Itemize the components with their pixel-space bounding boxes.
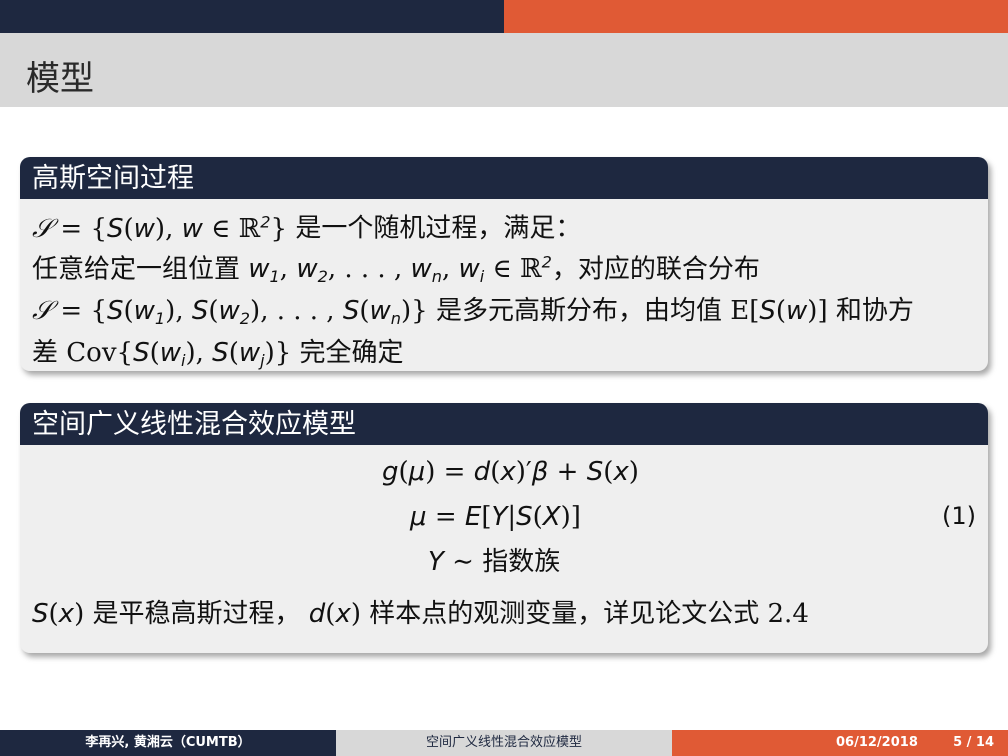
definition-line-1: 𝒮 = {S(w), w ∈ ℝ2} 是一个随机过程，满足： — [32, 212, 582, 244]
model-note: S(x) 是平稳高斯过程， d(x) 样本点的观测变量，详见论文公式 2.4 — [32, 599, 809, 629]
math-formula: Cov{S(wi), S(wj)} — [66, 338, 292, 370]
block-title: 高斯空间过程 — [20, 157, 988, 199]
block-title: 空间广义线性混合效应模型 — [20, 403, 988, 445]
equation-line-3: Y ∼ 指数族 — [428, 547, 561, 577]
block-body: 𝒮 = {S(w), w ∈ ℝ2} 是一个随机过程，满足： 任意给定一组位置 … — [20, 199, 988, 371]
math-formula: w1, w2, . . . , wn, wi ∈ ℝ2 — [248, 252, 552, 287]
equation-number: (1) — [942, 502, 976, 530]
equation-line-1: g(μ) = d(x)′β + S(x) — [382, 457, 639, 487]
top-decoration-bar — [0, 0, 1008, 33]
footer-date: 06/12/2018 — [836, 735, 918, 750]
block-body: g(μ) = d(x)′β + S(x) μ = E[Y|S(X)] Y ∼ 指… — [20, 445, 988, 639]
top-bar-orange — [504, 0, 1008, 33]
frame-title: 模型 — [26, 59, 94, 99]
footer-authors: 李再兴, 黄湘云（CUMTB） — [0, 730, 336, 756]
math-formula: S(x) — [32, 599, 85, 629]
equation-line-2: μ = E[Y|S(X)] — [410, 502, 581, 532]
footer-short-title: 空间广义线性混合效应模型 — [336, 730, 672, 756]
frame-title-bar: 模型 — [0, 33, 1008, 107]
top-bar-navy — [0, 0, 504, 33]
definition-line-2: 任意给定一组位置 w1, w2, . . . , wn, wi ∈ ℝ2，对应的… — [32, 252, 760, 287]
footer-page-number: 5 / 14 — [953, 735, 994, 750]
math-formula: 𝒮 = {S(w1), S(w2), . . . , S(wn)} — [32, 296, 428, 328]
math-formula: 𝒮 = {S(w), w ∈ ℝ2} — [32, 212, 288, 244]
math-formula: E[S(w)] — [730, 296, 828, 327]
math-formula: d(x) — [308, 599, 361, 629]
footer-bar: 李再兴, 黄湘云（CUMTB） 空间广义线性混合效应模型 06/12/2018 … — [0, 730, 1008, 756]
block-sglmm: 空间广义线性混合效应模型 g(μ) = d(x)′β + S(x) μ = E[… — [20, 403, 988, 653]
equation-array: g(μ) = d(x)′β + S(x) μ = E[Y|S(X)] Y ∼ 指… — [32, 451, 976, 589]
block-gaussian-process: 高斯空间过程 𝒮 = {S(w), w ∈ ℝ2} 是一个随机过程，满足： 任意… — [20, 157, 988, 371]
definition-line-4: 差 Cov{S(wi), S(wj)} 完全确定 — [32, 338, 404, 370]
footer-date-page: 06/12/2018 5 / 14 — [672, 730, 1008, 756]
definition-line-3: 𝒮 = {S(w1), S(w2), . . . , S(wn)} 是多元高斯分… — [32, 296, 914, 328]
